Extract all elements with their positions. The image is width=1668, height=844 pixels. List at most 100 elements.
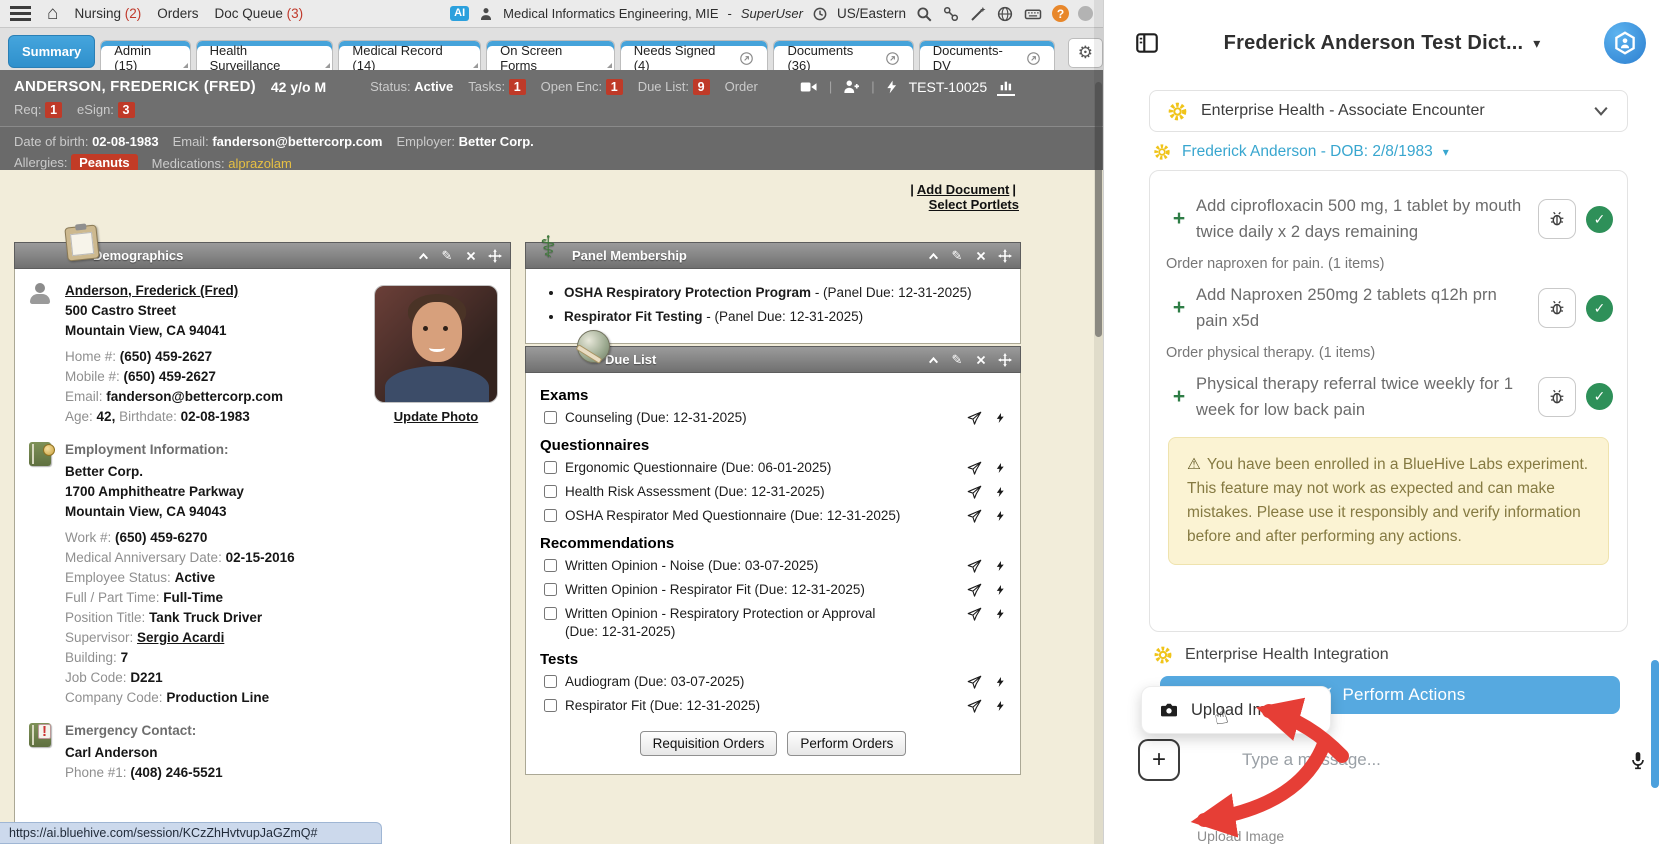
app-scrollbar[interactable] — [1094, 0, 1103, 844]
quick-perform-icon[interactable] — [995, 461, 1006, 476]
menu-icon[interactable] — [10, 6, 31, 21]
popout-icon[interactable] — [885, 51, 900, 66]
collapse-portlet-icon[interactable] — [926, 249, 940, 263]
tab-documents[interactable]: Documents (36) — [773, 40, 913, 70]
popout-icon[interactable] — [1026, 51, 1041, 66]
send-order-icon[interactable] — [967, 509, 982, 524]
popout-icon[interactable] — [739, 51, 754, 66]
due-item-checkbox[interactable] — [544, 461, 557, 474]
patient-dropdown[interactable]: Frederick Anderson - DOB: 2/8/1983 ▾ — [1152, 142, 1628, 162]
quick-perform-icon[interactable] — [995, 509, 1006, 524]
edit-portlet-icon[interactable]: ✎ — [950, 353, 964, 367]
close-portlet-icon[interactable] — [974, 353, 988, 367]
due-item-checkbox[interactable] — [544, 699, 557, 712]
scrollbar-thumb[interactable] — [1095, 82, 1102, 337]
debug-button[interactable] — [1538, 288, 1576, 328]
timezone[interactable]: US/Eastern — [837, 6, 906, 21]
due-list-badge[interactable]: 9 — [693, 79, 710, 95]
upload-image-menu-item[interactable]: Upload Image ☝ — [1141, 686, 1331, 734]
quick-perform-icon[interactable] — [995, 485, 1006, 500]
requisition-orders-button[interactable]: Requisition Orders — [640, 731, 778, 756]
debug-button[interactable] — [1538, 377, 1576, 417]
ai-badge[interactable]: AI — [450, 6, 469, 21]
tab-summary[interactable]: Summary — [8, 35, 95, 68]
send-order-icon[interactable] — [967, 699, 982, 714]
move-portlet-icon[interactable] — [998, 249, 1012, 263]
due-item-checkbox[interactable] — [544, 411, 557, 424]
wand-icon[interactable] — [969, 5, 987, 23]
edit-portlet-icon[interactable]: ✎ — [440, 249, 454, 263]
req-badge[interactable]: 1 — [45, 102, 62, 118]
quick-perform-icon[interactable] — [995, 699, 1006, 714]
order-link[interactable]: Order — [725, 79, 758, 94]
move-portlet-icon[interactable] — [488, 249, 502, 263]
link-icon[interactable] — [942, 5, 960, 23]
tab-on-screen-forms[interactable]: On Screen Forms — [486, 40, 615, 70]
select-portlets-link[interactable]: Select Portlets — [929, 197, 1019, 212]
bolt-icon[interactable] — [885, 79, 899, 95]
move-portlet-icon[interactable] — [998, 353, 1012, 367]
esign-badge[interactable]: 3 — [118, 102, 135, 118]
quick-perform-icon[interactable] — [995, 675, 1006, 690]
message-input[interactable] — [1196, 749, 1612, 771]
supervisor-link[interactable]: Sergio Acardi — [137, 630, 224, 645]
anniversary-value: 02-15-2016 — [226, 550, 295, 565]
flowsheet-icon[interactable] — [997, 77, 1015, 96]
video-visit-icon[interactable] — [799, 78, 819, 96]
due-item-checkbox[interactable] — [544, 583, 557, 596]
close-portlet-icon[interactable] — [464, 249, 478, 263]
session-title-dropdown[interactable]: Frederick Anderson Test Dict... ▾ — [1160, 32, 1604, 55]
doc-queue-count: (3) — [287, 6, 304, 21]
sidebar-toggle-icon[interactable] — [1134, 30, 1160, 56]
tab-health-surveillance[interactable]: Health Surveillance — [196, 40, 334, 70]
home-icon[interactable]: ⌂ — [47, 4, 58, 23]
update-photo-link[interactable]: Update Photo — [394, 409, 479, 424]
tasks-count-badge[interactable]: 1 — [509, 79, 526, 95]
due-item-row: Ergonomic Questionnaire (Due: 06-01-2025… — [544, 459, 1006, 477]
send-order-icon[interactable] — [967, 411, 982, 426]
open-enc-badge[interactable]: 1 — [606, 79, 623, 95]
nav-doc-queue[interactable]: Doc Queue (3) — [215, 6, 304, 21]
send-order-icon[interactable] — [967, 583, 982, 598]
close-portlet-icon[interactable] — [974, 249, 988, 263]
microphone-icon[interactable] — [1628, 749, 1648, 771]
due-item-checkbox[interactable] — [544, 675, 557, 688]
due-item-checkbox[interactable] — [544, 559, 557, 572]
help-icon[interactable]: ? — [1052, 5, 1069, 22]
debug-button[interactable] — [1538, 199, 1576, 239]
edit-portlet-icon[interactable]: ✎ — [950, 249, 964, 263]
send-order-icon[interactable] — [967, 485, 982, 500]
add-document-link[interactable]: Add Document — [917, 182, 1009, 197]
send-order-icon[interactable] — [967, 461, 982, 476]
due-item-checkbox[interactable] — [544, 509, 557, 522]
send-order-icon[interactable] — [967, 559, 982, 574]
panel-scrollbar-thumb[interactable] — [1651, 660, 1659, 788]
tab-needs-signed[interactable]: Needs Signed (4) — [620, 40, 769, 70]
tab-admin[interactable]: Admin (15) — [100, 40, 190, 70]
quick-perform-icon[interactable] — [995, 607, 1006, 622]
collapse-portlet-icon[interactable] — [926, 353, 940, 367]
tab-documents-dv[interactable]: Documents-DV — [919, 40, 1055, 70]
caret-down-icon: ▾ — [1443, 145, 1449, 159]
add-person-icon[interactable] — [842, 78, 861, 96]
quick-perform-icon[interactable] — [995, 559, 1006, 574]
nav-nursing[interactable]: Nursing (2) — [74, 6, 141, 21]
encounter-card[interactable]: Enterprise Health - Associate Encounter — [1149, 90, 1628, 132]
tab-medical-record[interactable]: Medical Record (14) — [338, 40, 481, 70]
search-icon[interactable] — [915, 5, 933, 23]
globe-icon[interactable] — [996, 5, 1014, 23]
send-order-icon[interactable] — [967, 607, 982, 622]
quick-perform-icon[interactable] — [995, 411, 1006, 426]
employee-status: Active — [175, 570, 216, 585]
perform-orders-button[interactable]: Perform Orders — [787, 731, 906, 756]
attach-button[interactable]: + — [1138, 739, 1180, 781]
keyboard-icon[interactable] — [1023, 5, 1043, 23]
quick-perform-icon[interactable] — [995, 583, 1006, 598]
collapse-portlet-icon[interactable] — [416, 249, 430, 263]
nav-orders[interactable]: Orders — [157, 6, 198, 21]
due-item-checkbox[interactable] — [544, 607, 557, 620]
due-item-checkbox[interactable] — [544, 485, 557, 498]
medication-link[interactable]: alprazolam — [228, 156, 292, 171]
patient-name-link[interactable]: Anderson, Frederick (Fred) — [65, 283, 238, 298]
send-order-icon[interactable] — [967, 675, 982, 690]
